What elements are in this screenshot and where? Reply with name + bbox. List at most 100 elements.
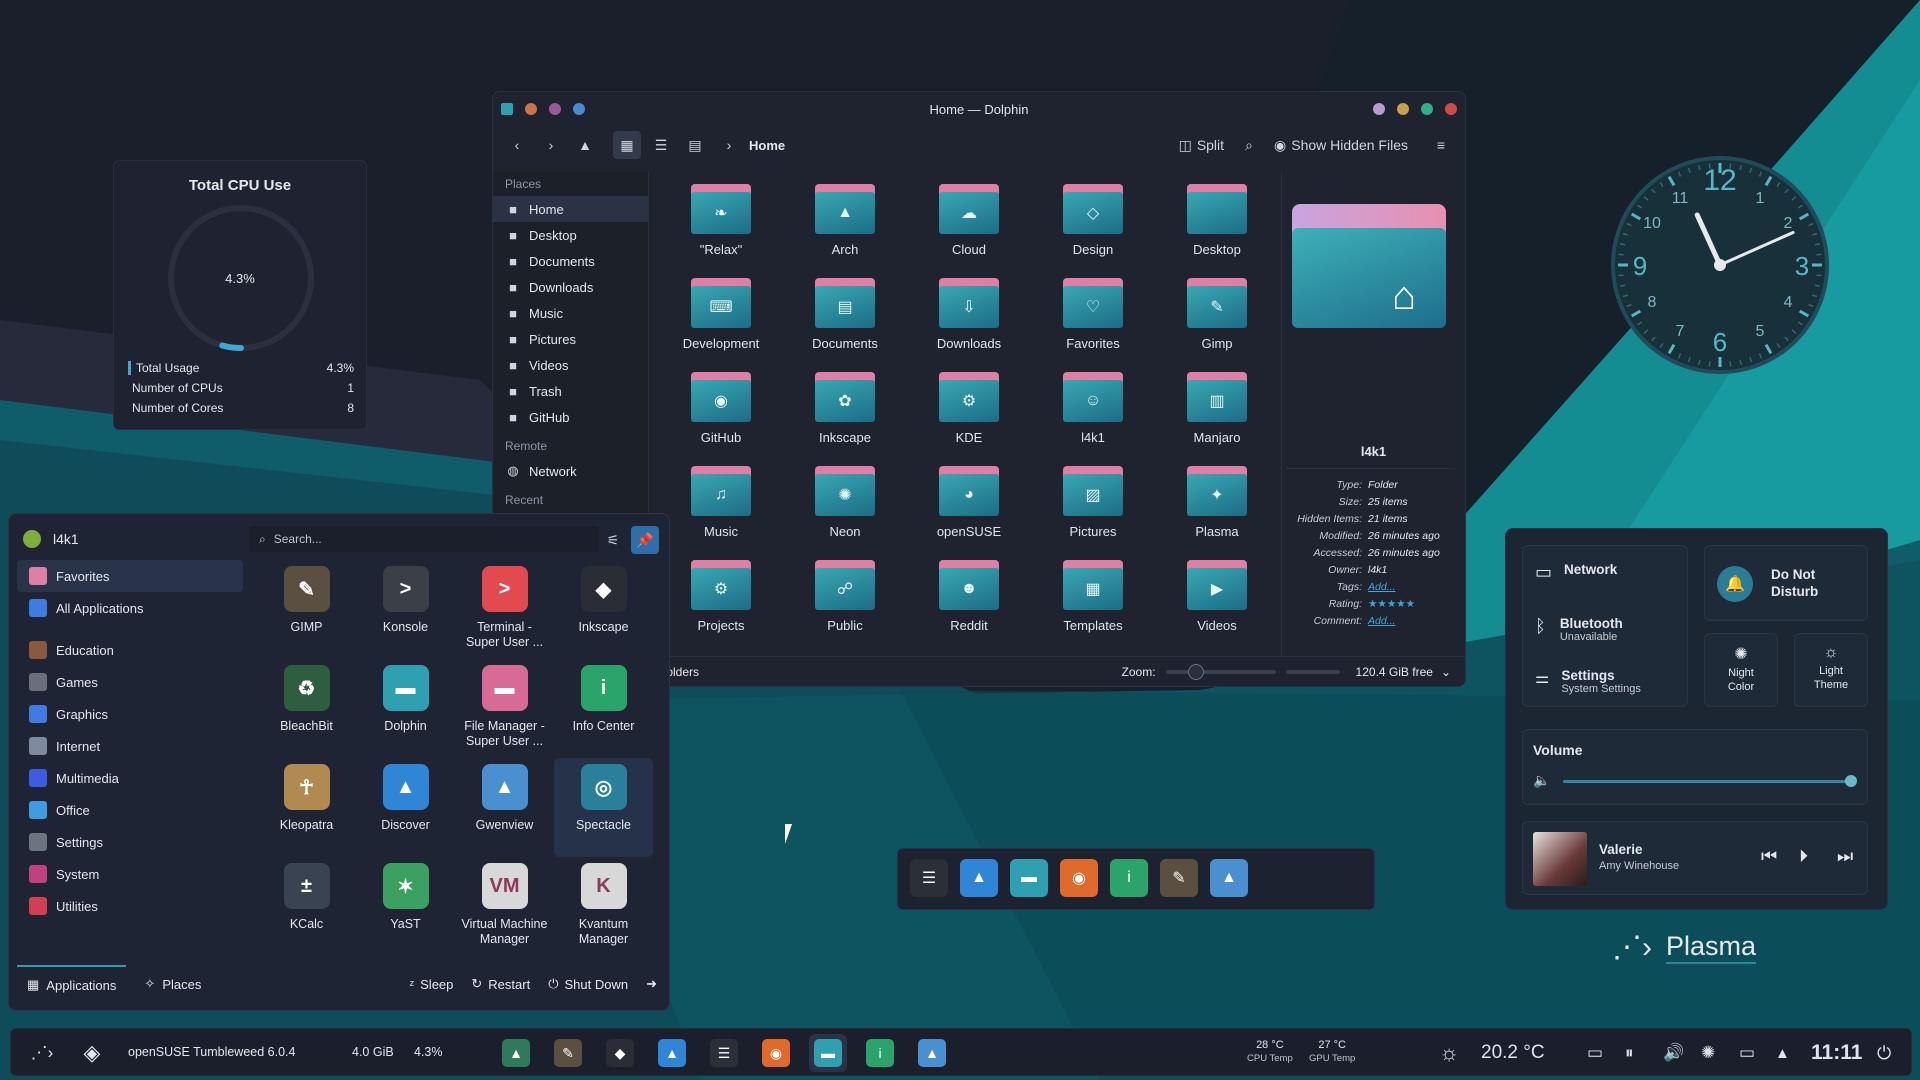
file-item[interactable]: ▶ Videos <box>1155 560 1279 640</box>
window-menu-dot[interactable] <box>573 103 585 115</box>
places-item[interactable]: ■ Home <box>493 196 648 222</box>
night-color-toggle[interactable]: ✺ Night Color <box>1704 633 1778 707</box>
search-icon[interactable]: ⌕ <box>1235 131 1263 159</box>
file-item[interactable]: ▦ Templates <box>1031 560 1155 640</box>
file-item[interactable]: ⇩ Downloads <box>907 278 1031 358</box>
app-tile[interactable]: ✎ GIMP <box>257 560 356 659</box>
previous-track-icon[interactable]: ⏮ <box>1761 846 1777 867</box>
file-item[interactable]: ♫ Music <box>659 466 783 546</box>
category-item[interactable]: Games <box>17 666 243 698</box>
app-tile[interactable]: ◆ Inkscape <box>554 560 653 659</box>
power-icon[interactable]: ⏻ <box>1877 1029 1891 1077</box>
file-item[interactable]: ▤ Documents <box>783 278 907 358</box>
places-item[interactable]: ■ Desktop <box>493 222 648 248</box>
info-value[interactable]: Add... <box>1368 615 1395 627</box>
gwenview-task-icon[interactable]: ▲ <box>497 1034 535 1072</box>
places-tab[interactable]: ✧ Places <box>144 976 201 992</box>
dolphin-task-icon[interactable]: ▬ <box>809 1034 847 1072</box>
shutdown-button[interactable]: ⏻ Shut Down <box>548 976 628 992</box>
gwenview-icon[interactable]: ▲ <box>1210 859 1248 897</box>
firefox-task-icon[interactable]: ◉ <box>757 1034 795 1072</box>
zoom-slider-handle[interactable] <box>1187 663 1204 680</box>
info-center-task-icon[interactable]: i <box>861 1034 899 1072</box>
places-item[interactable]: ◍ Network <box>493 458 648 484</box>
file-item[interactable]: ✿ Inkscape <box>783 372 907 452</box>
pin-icon[interactable]: 📌 <box>631 526 659 554</box>
minimize-button[interactable] <box>1397 103 1409 115</box>
firefox-icon[interactable]: ◉ <box>1060 859 1098 897</box>
free-space-text[interactable]: 120.4 GiB free <box>1356 665 1433 679</box>
file-item[interactable]: ⚙ KDE <box>907 372 1031 452</box>
file-item[interactable]: ⌨ Development <box>659 278 783 358</box>
settings-button[interactable]: ⚌ Settings System Settings <box>1535 668 1641 695</box>
weather-sun-icon[interactable]: ☼ <box>1439 1029 1459 1077</box>
gimp-icon[interactable]: ✎ <box>1160 859 1198 897</box>
split-button[interactable]: ◫ Split <box>1174 131 1229 159</box>
app-tile[interactable]: VM Virtual Machine Manager <box>455 857 554 956</box>
places-item[interactable]: ■ Music <box>493 300 648 326</box>
weather-temp[interactable]: 20.2 °C <box>1481 1029 1545 1077</box>
media-pause-icon[interactable]: ⏸ <box>1625 1029 1634 1077</box>
sleep-button[interactable]: ᶻ Sleep <box>409 977 453 992</box>
back-icon[interactable]: ‹ <box>503 131 531 159</box>
file-item[interactable]: ☻ Reddit <box>907 560 1031 640</box>
play-icon[interactable]: ⏵ <box>1799 846 1808 867</box>
app-tile[interactable]: ▬ File Manager - Super User ... <box>455 659 554 758</box>
category-item[interactable]: Settings <box>17 826 243 858</box>
file-item[interactable]: ◕ openSUSE <box>907 466 1031 546</box>
show-hidden-button[interactable]: ◉ Show Hidden Files <box>1269 131 1413 159</box>
info-value[interactable]: ★★★★★ <box>1368 598 1415 610</box>
compact-view-icon[interactable]: ▤ <box>681 131 709 159</box>
restart-button[interactable]: ↻ Restart <box>471 976 530 992</box>
battery-icon[interactable]: ▭ <box>1587 1029 1603 1077</box>
file-item[interactable]: ♡ Favorites <box>1031 278 1155 358</box>
category-item[interactable]: Graphics <box>17 698 243 730</box>
avatar[interactable] <box>23 530 41 548</box>
app-tile[interactable]: > Konsole <box>356 560 455 659</box>
file-item[interactable]: ⚙ Projects <box>659 560 783 640</box>
app-tile[interactable]: ◎ Spectacle <box>554 758 653 857</box>
app-tile[interactable]: ☥ Kleopatra <box>257 758 356 857</box>
konsole-icon[interactable]: ☰ <box>910 859 948 897</box>
launcher-button[interactable]: ⋰› <box>23 1034 61 1072</box>
hamburger-menu-icon[interactable]: ≡ <box>1427 131 1455 159</box>
app-tile[interactable]: ▲ Gwenview <box>455 758 554 857</box>
forward-icon[interactable]: › <box>537 131 565 159</box>
breadcrumb[interactable]: Home <box>749 138 785 153</box>
volume-icon[interactable]: 🔊 <box>1663 1029 1684 1077</box>
info-center-icon[interactable]: i <box>1110 859 1148 897</box>
speaker-icon[interactable]: 🔈 <box>1533 772 1550 789</box>
more-arrow-icon[interactable]: ➜ <box>646 976 657 992</box>
category-item[interactable]: Utilities <box>17 890 243 922</box>
configure-icon[interactable]: ⚟ <box>599 526 627 554</box>
file-item[interactable]: ◉ GitHub <box>659 372 783 452</box>
app-tile[interactable]: ▬ Dolphin <box>356 659 455 758</box>
details-view-icon[interactable]: ☰ <box>647 131 675 159</box>
places-item[interactable]: ■ Videos <box>493 352 648 378</box>
do-not-disturb-toggle[interactable]: 🔔 Do Not Disturb <box>1704 545 1868 621</box>
file-item[interactable]: ☍ Public <box>783 560 907 640</box>
places-item[interactable]: ■ Downloads <box>493 274 648 300</box>
places-item[interactable]: ■ GitHub <box>493 404 648 430</box>
file-item[interactable]: Desktop <box>1155 184 1279 264</box>
app-tile[interactable]: ▲ Discover <box>356 758 455 857</box>
places-item[interactable]: ■ Trash <box>493 378 648 404</box>
gimp-task-icon[interactable]: ✎ <box>549 1034 587 1072</box>
applications-tab[interactable]: ▦ Applications <box>17 965 127 1003</box>
category-item[interactable]: All Applications <box>17 592 243 624</box>
close-button[interactable] <box>1445 103 1457 115</box>
app-tile[interactable]: ✶ YaST <box>356 857 455 956</box>
category-item[interactable]: Education <box>17 634 243 666</box>
file-item[interactable]: ✎ Gimp <box>1155 278 1279 358</box>
app-tile[interactable]: K Kvantum Manager <box>554 857 653 956</box>
category-item[interactable]: Favorites <box>17 560 243 592</box>
digital-clock[interactable]: 11:11 <box>1811 1029 1862 1077</box>
file-item[interactable]: ☁ Cloud <box>907 184 1031 264</box>
night-color-tray-icon[interactable]: ✺ <box>1701 1029 1715 1077</box>
maximize-button[interactable] <box>1421 103 1433 115</box>
next-track-icon[interactable]: ⏭ <box>1837 846 1853 867</box>
pager-icon[interactable]: ◈ <box>73 1034 111 1072</box>
app-tile[interactable]: ♻ BleachBit <box>257 659 356 758</box>
file-item[interactable]: ☺ l4k1 <box>1031 372 1155 452</box>
volume-slider-handle[interactable] <box>1845 775 1857 787</box>
